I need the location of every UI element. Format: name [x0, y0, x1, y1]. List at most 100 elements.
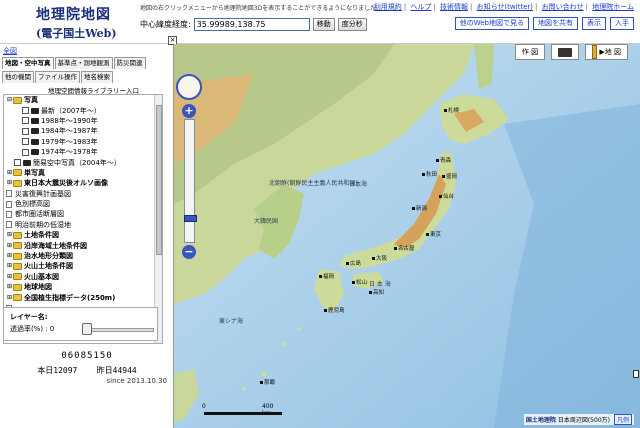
tree-scrollbar[interactable] — [154, 95, 162, 343]
label-south-korea: 大韓民国 — [254, 218, 279, 225]
scale-bar: 0 400 km — [202, 403, 284, 418]
tree-item[interactable]: ⊞ 沿岸海域土地条件図 — [4, 240, 162, 250]
site-logo[interactable]: 地理院地図 (電子国土Web) — [36, 4, 136, 40]
link-contact[interactable]: お問い合わせ — [542, 3, 584, 11]
pan-control[interactable] — [176, 74, 202, 100]
document-icon — [6, 221, 12, 229]
layer-checkbox[interactable] — [22, 117, 29, 125]
attribution-text: 日本周辺図(500万) — [557, 417, 610, 424]
map-layer-button[interactable]: ▶ 地 図 — [585, 44, 628, 60]
zoom-slider-thumb[interactable] — [184, 215, 197, 222]
dms-button[interactable]: 度分秒 — [337, 17, 367, 31]
tree-item[interactable]: 災害復興計画基図 — [4, 189, 162, 199]
tabs-row-1: 地図・空中写真 基準点・測地観測 防災関連 — [2, 57, 147, 69]
city-akita: 秋田 — [422, 170, 437, 178]
tab-other-agencies[interactable]: 他の機関 — [2, 71, 34, 83]
pan-circle[interactable] — [176, 74, 202, 100]
tree-item[interactable]: ⊞ 地球地図 — [4, 282, 162, 292]
expand-icon[interactable]: ⊞ — [6, 282, 13, 292]
legend-button[interactable]: 凡例 — [613, 414, 632, 425]
opacity-slider-handle[interactable] — [82, 323, 92, 335]
tab-geodetic[interactable]: 基準点・測地観測 — [54, 57, 113, 69]
tree-item[interactable]: ⊟ 写真 — [4, 95, 162, 105]
tree-item[interactable]: 1974年〜1978年 — [4, 147, 162, 157]
expand-icon[interactable]: ⊞ — [6, 178, 13, 188]
city-osaka: 大阪 — [372, 254, 387, 262]
layer-checkbox[interactable] — [22, 148, 29, 156]
zoom-out-button[interactable]: − — [182, 245, 196, 259]
tree-item[interactable]: 簡易空中写真（2004年〜） — [4, 157, 162, 167]
expand-icon[interactable]: ⊞ — [6, 168, 13, 178]
layer-checkbox[interactable] — [22, 127, 29, 135]
folder-icon — [13, 96, 22, 104]
tree-scroll-thumb[interactable] — [156, 105, 162, 255]
zoom-slider[interactable] — [184, 119, 197, 243]
tree-item-label: 1988年〜1990年 — [41, 116, 98, 125]
link-gsi-home[interactable]: 地理院ホーム — [592, 3, 634, 11]
folder-icon — [13, 273, 22, 281]
link-tech[interactable]: 技術情報 — [440, 3, 468, 11]
link-news[interactable]: お知らせ(twitter) — [477, 3, 533, 11]
collapse-icon[interactable]: ⊟ — [6, 95, 13, 105]
camera-icon — [31, 128, 39, 135]
map-view[interactable]: 北朝鮮(朝鮮民主主義人民共和国) 大韓民国 日本海 日 本 海 東シナ海 札幌 … — [174, 44, 640, 428]
move-button[interactable]: 移動 — [312, 17, 335, 31]
tree-item-label: 簡易空中写真（2004年〜） — [33, 158, 121, 167]
coord-input[interactable] — [193, 17, 310, 31]
tree-item[interactable]: ⊞ 火山基本図 — [4, 272, 162, 282]
coord-row: 中心緯度経度: 移動 度分秒 — [140, 17, 367, 31]
all-map-link[interactable]: 全図 — [3, 46, 17, 56]
tree-item[interactable]: ⊞ 火山土地条件図 — [4, 261, 162, 271]
tree-item[interactable]: ⊞ 土地条件図 — [4, 230, 162, 240]
tree-item[interactable]: 最新（2007年〜） — [4, 105, 162, 115]
tree-item[interactable]: ⊞ 東日本大震災後オルソ画像 — [4, 178, 162, 188]
label-north-korea: 北朝鮮(朝鮮民主主義人民共和国) — [269, 180, 358, 187]
layer-checkbox[interactable] — [22, 107, 29, 115]
expand-icon[interactable]: ⊞ — [6, 230, 13, 240]
tree-item[interactable]: 明治前期の低湿地 — [4, 220, 162, 230]
tree-item[interactable]: 1988年〜1990年 — [4, 116, 162, 126]
expand-icon[interactable]: ⊞ — [6, 251, 13, 261]
tree-item-label: 沿岸海域土地条件図 — [24, 241, 87, 250]
other-web-map-button[interactable]: 他のWeb地図で見る — [454, 17, 529, 30]
tree-item[interactable]: 1979年〜1983年 — [4, 137, 162, 147]
zoom-in-button[interactable]: + — [182, 104, 196, 118]
sakuzu-button[interactable]: 作 図 — [514, 44, 546, 60]
attribution-gsi[interactable]: 国土地理院 — [526, 415, 556, 424]
tab-place-search[interactable]: 地名検索 — [81, 71, 113, 83]
tree-item[interactable]: ⊞ 治水地形分類図 — [4, 251, 162, 261]
tree-item[interactable]: 1984年〜1987年 — [4, 126, 162, 136]
document-icon — [6, 190, 12, 198]
tab-disaster[interactable]: 防災関連 — [113, 57, 146, 69]
print-button[interactable] — [551, 44, 580, 60]
city-nagoya: 名古屋 — [394, 244, 415, 252]
tree-item[interactable]: ⊞ 全国植生指標データ(250m) — [4, 292, 162, 302]
opacity-slider-track[interactable] — [84, 328, 154, 332]
share-map-button[interactable]: 地図を共有 — [533, 17, 578, 30]
link-terms[interactable]: 利用規約 — [374, 3, 402, 11]
today-count: 12097 — [53, 366, 78, 375]
get-button[interactable]: 入手 — [610, 17, 634, 30]
map-right-knob[interactable] — [633, 370, 639, 378]
layer-checkbox[interactable] — [14, 159, 21, 167]
label-sea-of-japan: 日本海 — [349, 181, 368, 188]
tree-item[interactable]: ⊞ 単写真 — [4, 168, 162, 178]
tree-item-label: 土地条件図 — [24, 231, 59, 240]
tab-map-photo[interactable]: 地図・空中写真 — [2, 57, 54, 69]
tree-item[interactable]: 都市圏活断層図 — [4, 209, 162, 219]
display-button[interactable]: 表示 — [582, 17, 606, 30]
expand-icon[interactable]: ⊞ — [6, 293, 13, 303]
folder-icon — [13, 262, 22, 270]
sakuzu-label: 作 図 — [521, 48, 539, 56]
link-help[interactable]: ヘルプ — [410, 3, 431, 11]
expand-icon[interactable]: ⊞ — [6, 272, 13, 282]
expand-icon[interactable]: ⊞ — [6, 241, 13, 251]
layer-checkbox[interactable] — [22, 138, 29, 146]
logo-subtitle: (電子国土Web) — [36, 27, 117, 40]
tree-item[interactable]: 色別標高図 — [4, 199, 162, 209]
expand-icon[interactable]: ⊞ — [6, 261, 13, 271]
tab-file-ops[interactable]: ファイル操作 — [35, 71, 80, 83]
logo-title: 地理院地図 — [36, 7, 111, 23]
city-hiroshima: 広島 — [346, 259, 361, 267]
coord-label: 中心緯度経度: — [140, 19, 191, 29]
